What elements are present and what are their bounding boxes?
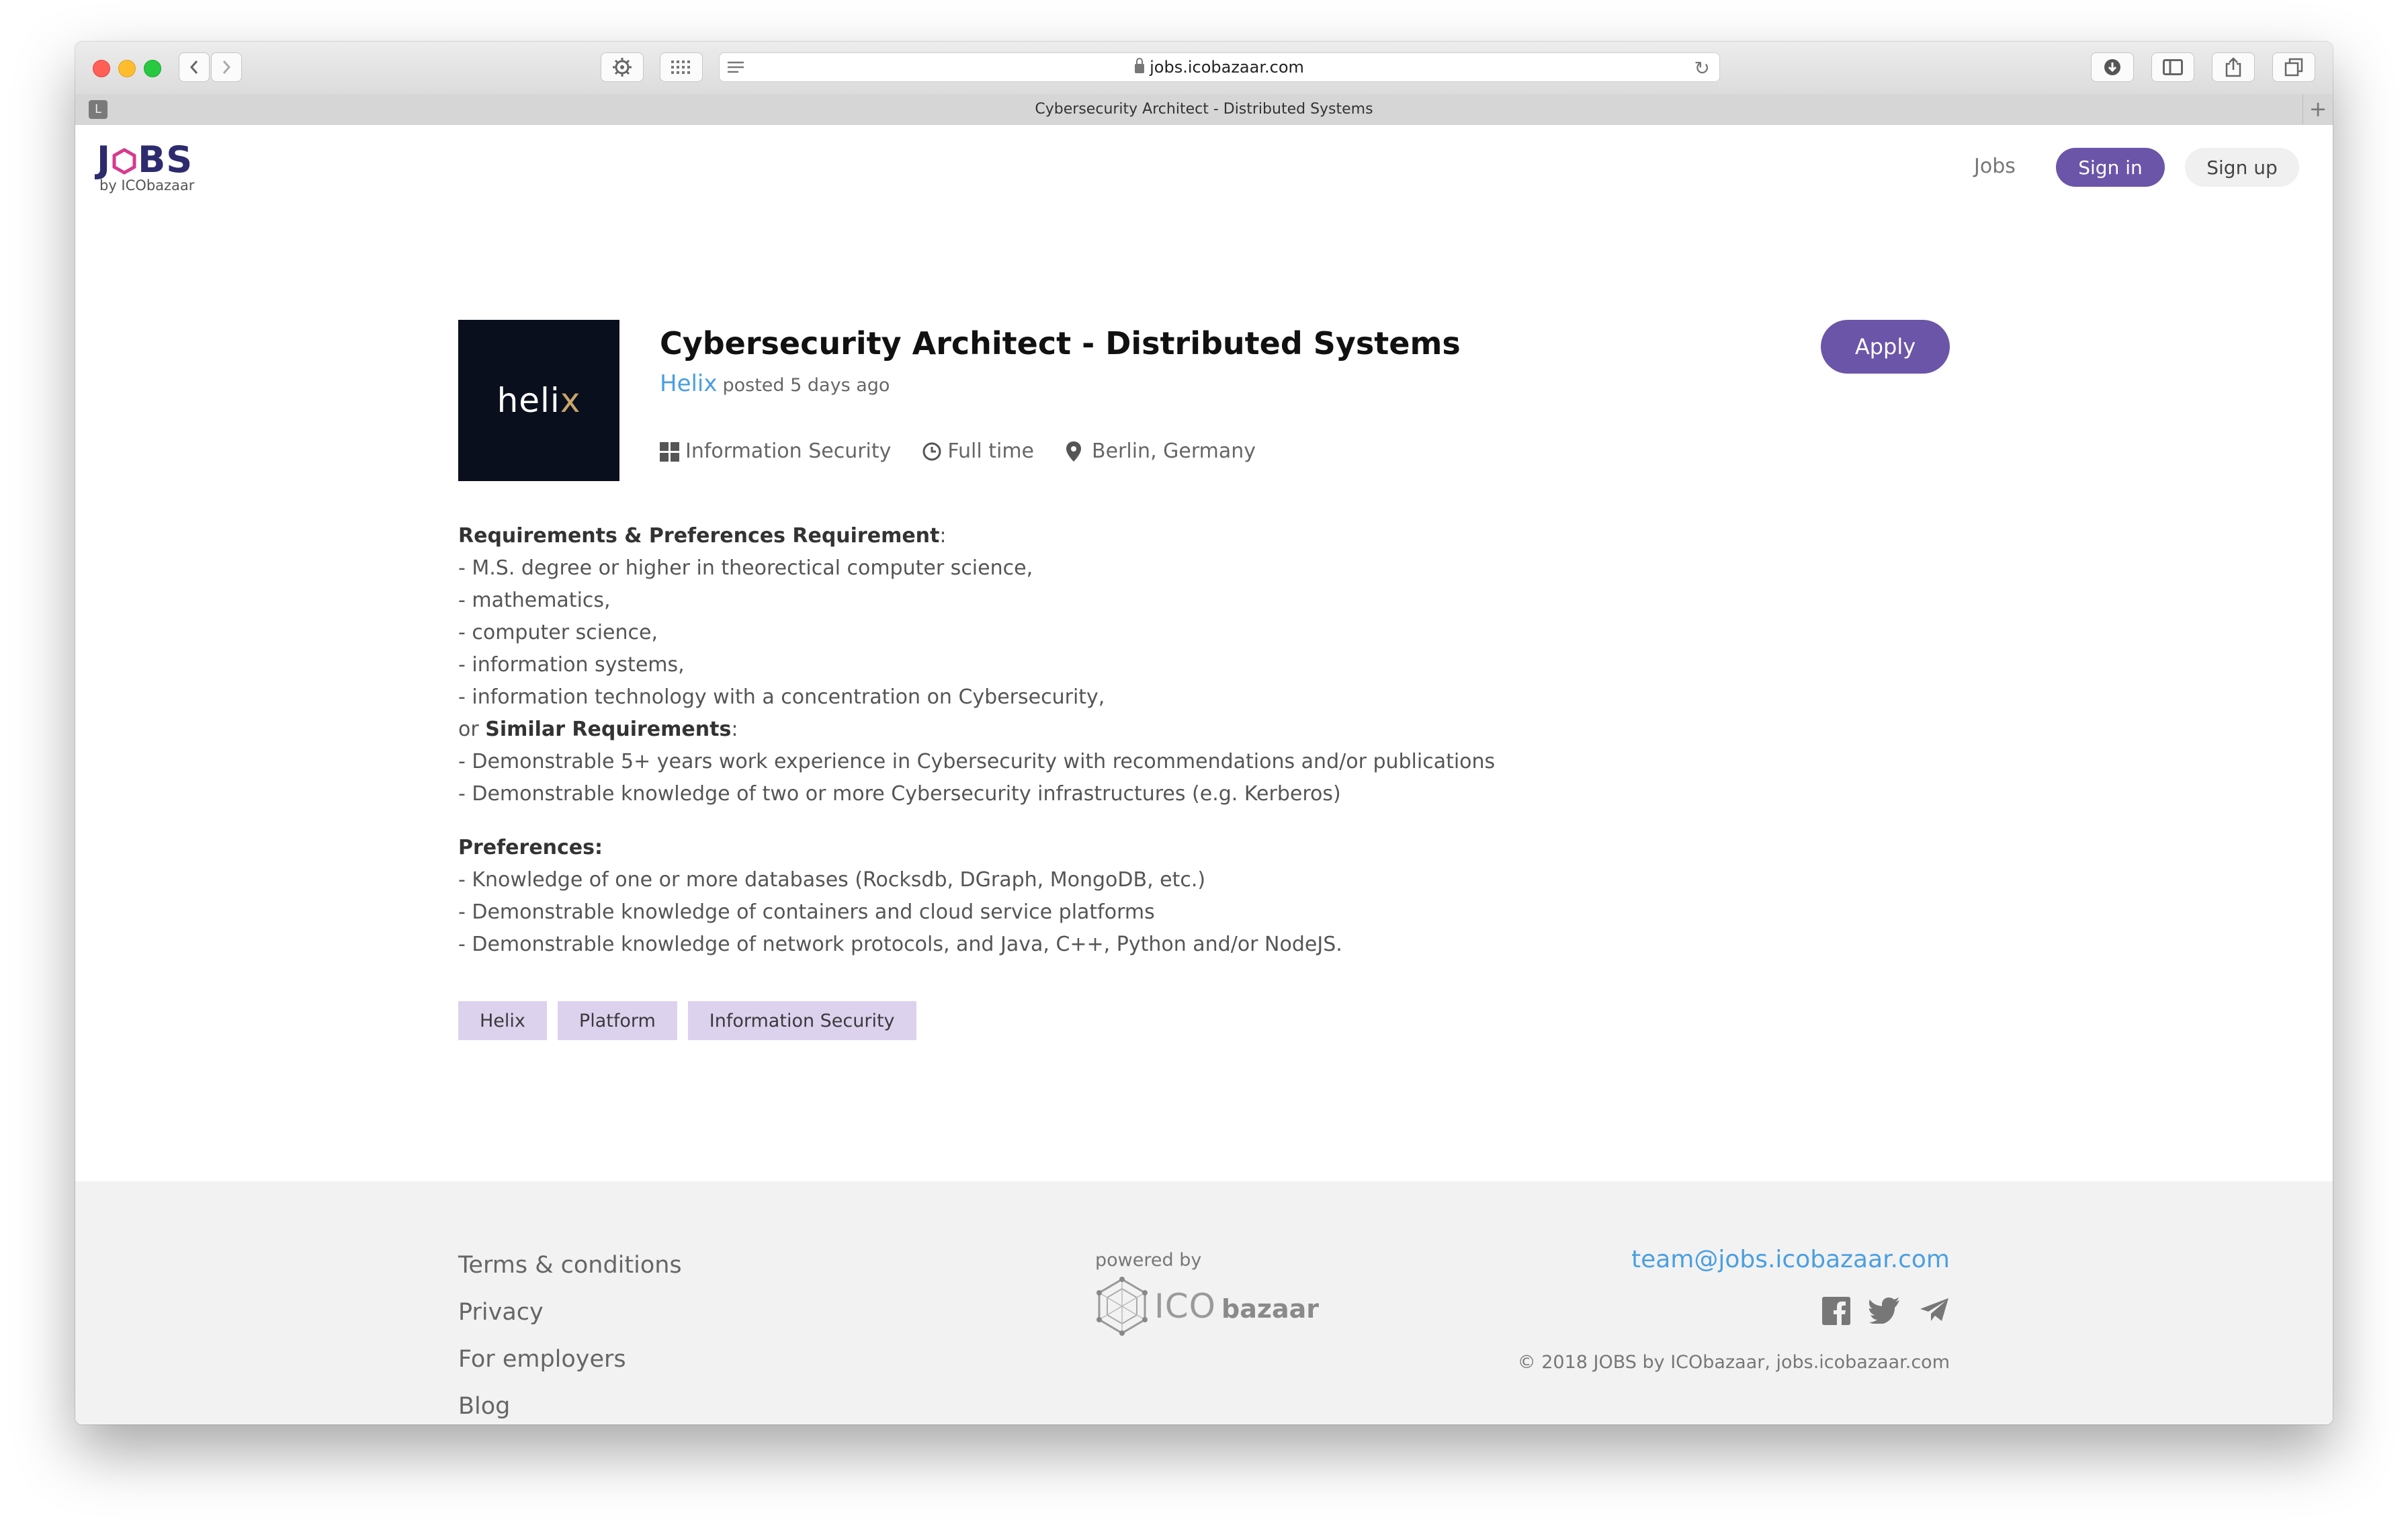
preference-item: - Demonstrable knowledge of network prot… — [458, 933, 1342, 956]
chevron-left-icon — [189, 60, 198, 74]
apps-grid-icon — [671, 60, 690, 74]
url-text: jobs.icobazaar.com — [1150, 58, 1304, 77]
preference-item: - Knowledge of one or more databases (Ro… — [458, 868, 1206, 892]
tab-title[interactable]: Cybersecurity Architect - Distributed Sy… — [75, 101, 2333, 118]
nav-jobs-link[interactable]: Jobs — [1974, 155, 2016, 178]
job-type-label: Full time — [947, 439, 1035, 463]
footer-link-terms[interactable]: Terms & conditions — [458, 1242, 682, 1289]
requirement-item: - computer science, — [458, 621, 658, 644]
company-logo-text: heli — [497, 381, 560, 420]
tag-platform[interactable]: Platform — [557, 1001, 677, 1040]
footer-link-employers[interactable]: For employers — [458, 1336, 682, 1383]
footer-link-blog[interactable]: Blog — [458, 1383, 682, 1424]
job-location: Berlin, Germany — [1065, 439, 1256, 463]
address-bar[interactable]: jobs.icobazaar.com ↻ — [719, 52, 1720, 82]
icobazaar-hexagon-icon — [1096, 1277, 1148, 1336]
similar-requirement-item: - Demonstrable knowledge of two or more … — [458, 782, 1341, 806]
close-window-button[interactable] — [93, 60, 110, 77]
hexagon-logo-icon — [112, 148, 136, 175]
download-icon — [2104, 59, 2120, 75]
share-button[interactable] — [2212, 52, 2255, 82]
reload-icon[interactable]: ↻ — [1694, 57, 1710, 79]
location-pin-icon — [1066, 441, 1082, 462]
tag-helix[interactable]: Helix — [458, 1001, 547, 1040]
grid-icon — [660, 441, 679, 462]
job-posted-line: Helix posted 5 days ago — [660, 370, 890, 397]
job-title: Cybersecurity Architect - Distributed Sy… — [660, 325, 1461, 361]
job-description: Requirements & Preferences Requirement: … — [458, 520, 1668, 961]
preference-item: - Demonstrable knowledge of containers a… — [458, 900, 1155, 924]
tabs-overview-button[interactable] — [2272, 52, 2315, 82]
logo-letters-bs: BS — [138, 138, 194, 181]
share-icon — [2225, 57, 2241, 77]
powered-by-label: powered by — [1095, 1250, 1202, 1271]
logo-subtitle: by ICObazaar — [99, 177, 195, 194]
copyright-text: © 2018 JOBS by ICObazaar, jobs.icobazaar… — [1517, 1352, 1950, 1373]
chevron-right-icon — [222, 60, 231, 74]
company-logo-accent: x — [560, 381, 581, 420]
job-type: Full time — [922, 439, 1034, 463]
requirement-item: - mathematics, — [458, 589, 611, 612]
gear-icon — [613, 58, 632, 77]
top-sites-button[interactable] — [660, 52, 703, 82]
apply-button[interactable]: Apply — [1821, 320, 1950, 374]
requirement-item: - information technology with a concentr… — [458, 685, 1105, 709]
company-logo[interactable]: helix — [458, 320, 619, 481]
bazaar-text: bazaar — [1221, 1294, 1320, 1324]
job-location-label: Berlin, Germany — [1092, 439, 1256, 463]
browser-window: jobs.icobazaar.com ↻ L Cybersecurity Arc… — [75, 42, 2333, 1424]
posted-date: posted 5 days ago — [722, 375, 890, 396]
sidebar-button[interactable] — [2151, 52, 2194, 82]
social-links — [1803, 1297, 1950, 1325]
job-meta: Information Security Full time Berlin, G… — [660, 439, 1287, 463]
settings-button[interactable] — [601, 52, 644, 82]
tabs-icon — [2284, 58, 2303, 77]
back-button[interactable] — [179, 52, 210, 82]
reader-icon[interactable] — [726, 57, 745, 77]
facebook-icon[interactable] — [1822, 1297, 1850, 1325]
telegram-icon[interactable] — [1919, 1297, 1950, 1324]
forward-button[interactable] — [211, 52, 242, 82]
ico-text: ICO — [1154, 1287, 1217, 1326]
footer-link-privacy[interactable]: Privacy — [458, 1289, 682, 1336]
lock-icon — [1135, 58, 1145, 73]
browser-toolbar: jobs.icobazaar.com ↻ — [75, 42, 2333, 95]
sign-up-button[interactable]: Sign up — [2185, 148, 2299, 187]
tab-bar: L Cybersecurity Architect - Distributed … — [75, 94, 2333, 126]
minimize-window-button[interactable] — [118, 60, 136, 77]
job-category-label: Information Security — [685, 439, 892, 463]
site-logo[interactable]: J BS by ICObazaar — [97, 140, 194, 194]
job-category: Information Security — [660, 439, 891, 463]
company-link[interactable]: Helix — [660, 370, 718, 397]
clock-icon — [922, 442, 941, 460]
zoom-window-button[interactable] — [144, 60, 161, 77]
tag-information-security[interactable]: Information Security — [687, 1001, 916, 1040]
footer-links: Terms & conditions Privacy For employers… — [458, 1242, 682, 1424]
downloads-button[interactable] — [2091, 52, 2134, 82]
sidebar-icon — [2163, 59, 2183, 75]
requirement-item: - M.S. degree or higher in theorectical … — [458, 556, 1033, 580]
requirements-heading: Requirements & Preferences Requirement: — [458, 524, 947, 548]
requirement-item: - information systems, — [458, 653, 685, 677]
page: J BS by ICObazaar Jobs Sign in Sign up he… — [75, 125, 2333, 1424]
preferences-heading: Preferences: — [458, 836, 603, 859]
logo-letter-j: J — [97, 138, 112, 181]
contact-email-link[interactable]: team@jobs.icobazaar.com — [1631, 1246, 1950, 1273]
icobazaar-logo[interactable]: ICO bazaar — [1095, 1277, 1319, 1336]
similar-requirement-item: - Demonstrable 5+ years work experience … — [458, 750, 1496, 773]
new-tab-button[interactable]: + — [2303, 94, 2333, 125]
job-tags: Helix Platform Information Security — [458, 1001, 927, 1040]
sign-in-button[interactable]: Sign in — [2056, 148, 2165, 187]
twitter-icon[interactable] — [1869, 1297, 1900, 1324]
similar-requirements-heading: or Similar Requirements: — [458, 718, 738, 741]
